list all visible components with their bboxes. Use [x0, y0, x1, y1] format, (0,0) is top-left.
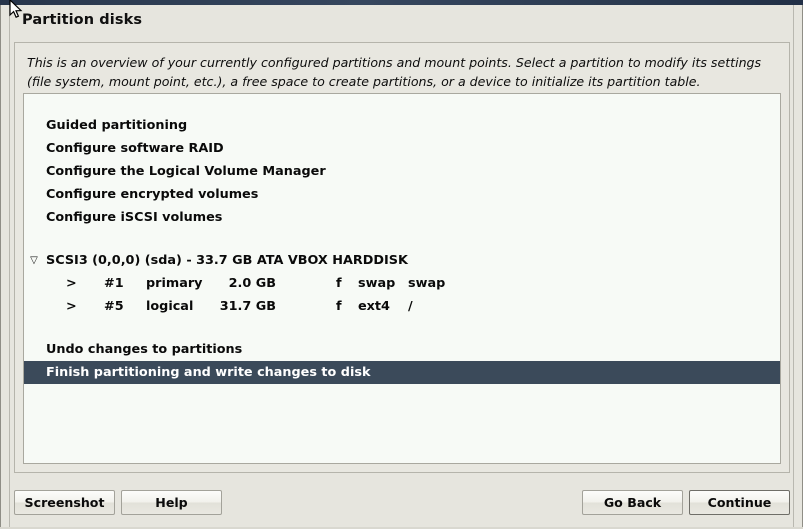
partition-filesystem: swap: [358, 276, 396, 291]
list-top-spacer: [24, 94, 780, 114]
partition-type: logical: [146, 299, 194, 314]
help-button[interactable]: Help: [121, 490, 222, 515]
window-right-border: [793, 5, 803, 529]
window-left-border: [0, 5, 10, 529]
partition-size: 2.0 GB: [228, 276, 276, 291]
continue-button[interactable]: Continue: [689, 490, 790, 515]
table-row[interactable]: > #5 logical 31.7 GB f ext4 /: [24, 295, 780, 318]
screenshot-button[interactable]: Screenshot: [14, 490, 115, 515]
partition-arrow-icon: >: [66, 299, 77, 314]
table-row[interactable]: > #1 primary 2.0 GB f swap swap: [24, 272, 780, 295]
list-item-configure-encrypted-volumes[interactable]: Configure encrypted volumes: [24, 183, 780, 206]
list-item-configure-lvm[interactable]: Configure the Logical Volume Manager: [24, 160, 780, 183]
list-gap-after-menu: [24, 229, 780, 249]
go-back-button[interactable]: Go Back: [582, 490, 683, 515]
partition-mountpoint: swap: [408, 276, 446, 291]
list-item-label: Configure software RAID: [46, 141, 224, 156]
chevron-down-icon[interactable]: ▽: [27, 249, 41, 272]
list-gap-before-actions: [24, 318, 780, 338]
page-title: Partition disks: [22, 12, 143, 28]
list-item-undo-changes[interactable]: Undo changes to partitions: [24, 338, 780, 361]
list-item-label: Configure the Logical Volume Manager: [46, 164, 326, 179]
partition-size: 31.7 GB: [219, 299, 276, 314]
list-item-guided-partitioning[interactable]: Guided partitioning: [24, 114, 780, 137]
list-item-configure-iscsi-volumes[interactable]: Configure iSCSI volumes: [24, 206, 780, 229]
list-item-label: Configure encrypted volumes: [46, 187, 259, 202]
disk-label: SCSI3 (0,0,0) (sda) - 33.7 GB ATA VBOX H…: [46, 253, 408, 268]
window-titlebar: [0, 0, 803, 5]
description-text: This is an overview of your currently co…: [27, 55, 762, 89]
partition-mountpoint: /: [408, 299, 413, 314]
partition-number: #1: [104, 276, 124, 291]
list-item-finish-partitioning[interactable]: Finish partitioning and write changes to…: [24, 361, 780, 384]
list-item-label: Guided partitioning: [46, 118, 188, 133]
installer-window: Partition disks This is an overview of y…: [0, 0, 803, 529]
list-item-label: Undo changes to partitions: [46, 342, 243, 357]
list-item-configure-software-raid[interactable]: Configure software RAID: [24, 137, 780, 160]
list-item-label: Configure iSCSI volumes: [46, 210, 223, 225]
partition-flag: f: [336, 276, 342, 291]
partition-filesystem: ext4: [358, 299, 390, 314]
list-item-disk-sda[interactable]: ▽ SCSI3 (0,0,0) (sda) - 33.7 GB ATA VBOX…: [24, 249, 780, 272]
partition-type: primary: [146, 276, 203, 291]
partition-arrow-icon: >: [66, 276, 77, 291]
partition-flag: f: [336, 299, 342, 314]
partition-number: #5: [104, 299, 124, 314]
partition-listbox[interactable]: Guided partitioning Configure software R…: [23, 93, 781, 464]
list-item-label: Finish partitioning and write changes to…: [46, 365, 371, 380]
